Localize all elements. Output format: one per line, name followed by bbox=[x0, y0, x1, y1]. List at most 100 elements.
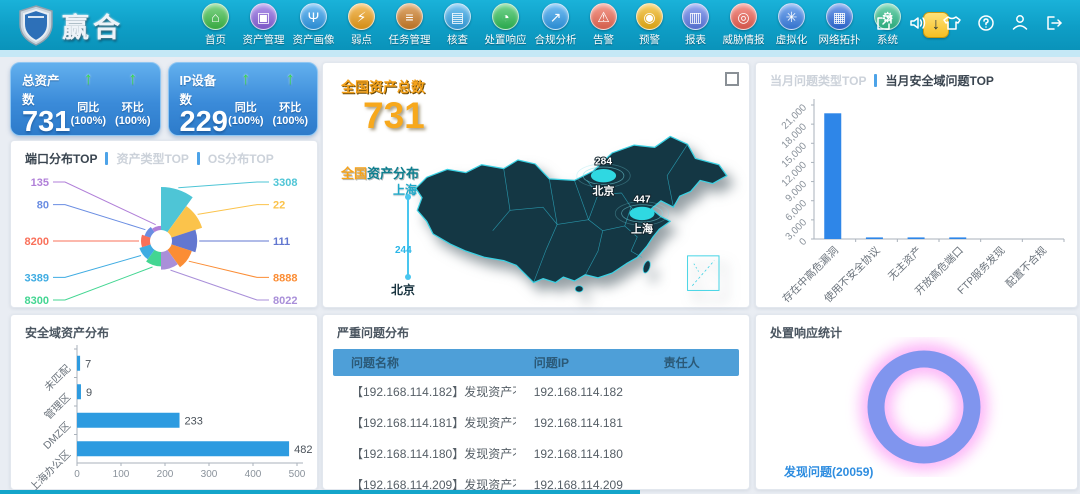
main-nav: ⌂首页▣资产管理Ψ资产画像 ⚡ 弱点 ≡任务管理▤核查◔处置响应↗合规分析⚠告警◉预警… bbox=[194, 3, 909, 47]
nav-item-verification[interactable]: ▤核查 bbox=[436, 3, 479, 47]
virtualization-icon: ✳ bbox=[778, 3, 805, 30]
nav-item-virtualization[interactable]: ✳ 虚拟化 bbox=[770, 3, 813, 47]
theme-shirt-icon[interactable] bbox=[942, 13, 962, 33]
kpi-metric-label: 同比(100%) bbox=[71, 102, 106, 130]
col-header-2: 责任人 bbox=[646, 354, 739, 371]
table-row[interactable]: 【192.168.114.181】发现资产不...192.168.114.181 bbox=[333, 407, 739, 438]
nav-item-task-management[interactable]: ≡任务管理 bbox=[386, 3, 433, 47]
external-link-icon[interactable] bbox=[874, 13, 894, 33]
radar-icon: ◎ bbox=[730, 3, 757, 30]
cell-name: 【192.168.114.181】发现资产不... bbox=[333, 414, 516, 431]
svg-text:100: 100 bbox=[113, 469, 130, 480]
user-icon[interactable] bbox=[1010, 13, 1030, 33]
nav-item-weakness[interactable]: ⚡ 弱点 bbox=[340, 3, 383, 47]
map-distribution-label: 全国资产分布 bbox=[341, 163, 419, 182]
svg-text:400: 400 bbox=[245, 469, 262, 480]
nav-item-label: 威胁情报 bbox=[723, 32, 765, 47]
nav-item-disposal-response[interactable]: ◔处置响应 bbox=[482, 3, 529, 47]
nav-item-alarm[interactable]: ⚠告警 bbox=[582, 3, 625, 47]
svg-text:配置不合规: 配置不合规 bbox=[1003, 244, 1050, 291]
nav-item-label: 资产管理 bbox=[243, 32, 285, 47]
nav-item-label: 弱点 bbox=[351, 32, 372, 47]
svg-text:22: 22 bbox=[273, 200, 285, 212]
kpi-title: IP设备数 bbox=[180, 70, 229, 108]
nav-item-threat-intel[interactable]: ◎ 威胁情报 bbox=[720, 3, 767, 47]
china-map: 284北京447上海 bbox=[411, 131, 741, 299]
svg-text:200: 200 bbox=[157, 469, 174, 480]
kpi-value: 731 bbox=[22, 108, 71, 137]
nav-item-asset-portrait[interactable]: Ψ资产画像 bbox=[290, 3, 337, 47]
port-distribution-panel: 端口分布TOP资产类型TOPOS分布TOP 330822111888880228… bbox=[10, 140, 318, 308]
issues-tab-1[interactable]: 当月安全域问题TOP bbox=[885, 72, 993, 89]
monthly-issues-panel: 当月问题类型TOP当月安全域问题TOP 03,0006,0009,00012,0… bbox=[755, 62, 1078, 308]
port-tab-2[interactable]: OS分布TOP bbox=[208, 150, 274, 167]
svg-text:447: 447 bbox=[633, 194, 650, 205]
svg-text:8022: 8022 bbox=[273, 295, 297, 305]
table-row[interactable]: 【192.168.114.182】发现资产不...192.168.114.182 bbox=[333, 376, 739, 407]
domain-assets-panel: 安全域资产分布 01002003004005007未匹配9管理区233DMZ区4… bbox=[10, 314, 318, 490]
nav-item-label: 资产画像 bbox=[293, 32, 335, 47]
port-tab-0[interactable]: 端口分布TOP bbox=[25, 150, 97, 167]
help-icon[interactable] bbox=[976, 13, 996, 33]
cell-ip: 192.168.114.180 bbox=[516, 447, 646, 461]
nav-item-label: 网络拓扑 bbox=[819, 32, 861, 47]
topology-icon: ▦ bbox=[826, 3, 853, 30]
response-donut-chart bbox=[804, 337, 1044, 477]
logo-text: 赢合 bbox=[62, 6, 124, 45]
tab-separator bbox=[197, 152, 200, 165]
nav-item-early-warning[interactable]: ◉预警 bbox=[628, 3, 671, 47]
kpi-metric-label: 环比(100%) bbox=[115, 102, 150, 130]
svg-text:300: 300 bbox=[201, 469, 218, 480]
svg-text:8200: 8200 bbox=[25, 236, 49, 248]
kpi-cards: 总资产数731↑同比(100%)↑环比(100%)IP设备数229↑同比(100… bbox=[10, 62, 318, 136]
issues-table-header: 问题名称问题IP责任人 bbox=[333, 349, 739, 376]
nav-item-label: 首页 bbox=[205, 32, 226, 47]
cell-ip: 192.168.114.181 bbox=[516, 416, 646, 430]
up-arrow-icon: ↑ bbox=[129, 70, 138, 87]
dashboard-root: 赢合 ⌂首页▣资产管理Ψ资产画像 ⚡ 弱点 ≡任务管理▤核查◔处置响应↗合规分析⚠告警… bbox=[0, 0, 1080, 494]
up-arrow-icon: ↑ bbox=[242, 70, 251, 87]
port-rose-chart: 3308221118888802283003389820080135 bbox=[11, 167, 317, 305]
nav-item-label: 虚拟化 bbox=[776, 32, 808, 47]
svg-text:135: 135 bbox=[31, 177, 49, 189]
kpi-metric: ↑ 环比(100%) bbox=[273, 70, 308, 129]
up-arrow-icon: ↑ bbox=[286, 70, 295, 87]
svg-text:482: 482 bbox=[294, 444, 312, 456]
issues-table-body: 【192.168.114.182】发现资产不...192.168.114.182… bbox=[323, 376, 749, 494]
tab-separator bbox=[105, 152, 108, 165]
map-checkbox[interactable] bbox=[725, 72, 739, 86]
nav-item-network-topology[interactable]: ▦ 网络拓扑 bbox=[816, 3, 863, 47]
nav-item-compliance-analysis[interactable]: ↗合规分析 bbox=[532, 3, 579, 47]
nav-item-asset-management[interactable]: ▣资产管理 bbox=[240, 3, 287, 47]
nav-item-label: 告警 bbox=[593, 32, 614, 47]
kpi-metric: ↑ 同比(100%) bbox=[71, 70, 106, 129]
kpi-metric: ↑ 环比(100%) bbox=[115, 70, 150, 129]
svg-text:9: 9 bbox=[86, 387, 92, 399]
nav-item-reports[interactable]: ▥报表 bbox=[674, 3, 717, 47]
domain-assets-title: 安全域资产分布 bbox=[11, 315, 317, 341]
port-tab-1[interactable]: 资产类型TOP bbox=[116, 150, 188, 167]
up-arrow-icon: ↑ bbox=[84, 70, 93, 87]
nav-item-home[interactable]: ⌂首页 bbox=[194, 3, 237, 47]
broken-link-icon: ⚡ bbox=[348, 3, 375, 30]
svg-text:无主资产: 无主资产 bbox=[885, 244, 924, 283]
svg-text:8300: 8300 bbox=[25, 295, 49, 305]
kpi-metric-label: 环比(100%) bbox=[273, 102, 308, 130]
nav-item-label: 任务管理 bbox=[389, 32, 431, 47]
svg-text:3389: 3389 bbox=[25, 272, 49, 284]
svg-text:233: 233 bbox=[185, 415, 203, 427]
found-issues-link[interactable]: 发现问题(20059) bbox=[784, 463, 873, 480]
svg-text:284: 284 bbox=[595, 157, 612, 168]
line-chart-icon: ↗ bbox=[542, 3, 569, 30]
top-nav-bar: 赢合 ⌂首页▣资产管理Ψ资产画像 ⚡ 弱点 ≡任务管理▤核查◔处置响应↗合规分析⚠告警… bbox=[0, 0, 1080, 50]
svg-text:3308: 3308 bbox=[273, 177, 297, 189]
svg-text:未匹配: 未匹配 bbox=[42, 363, 73, 394]
speaker-icon[interactable] bbox=[908, 13, 928, 33]
issues-tab-0[interactable]: 当月问题类型TOP bbox=[770, 72, 866, 89]
response-stats-panel: 处置响应统计 发现问题(20059) bbox=[755, 314, 1078, 490]
logout-icon[interactable] bbox=[1044, 13, 1064, 33]
mini-axis-value: 244 bbox=[395, 245, 412, 256]
table-row[interactable]: 【192.168.114.180】发现资产不...192.168.114.180 bbox=[333, 438, 739, 469]
kpi-title: 总资产数 bbox=[22, 70, 71, 108]
svg-text:上海办公区: 上海办公区 bbox=[27, 448, 73, 491]
